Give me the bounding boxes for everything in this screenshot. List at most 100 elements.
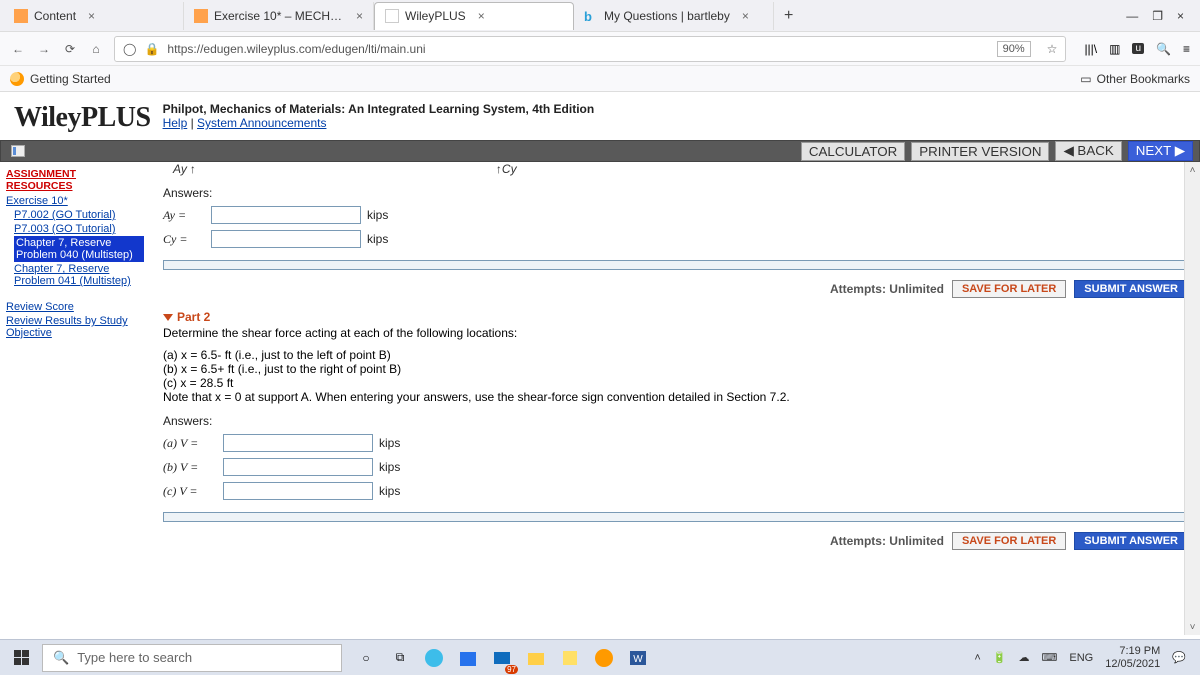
close-icon[interactable]: ×	[742, 9, 749, 23]
library-icon[interactable]: |||\	[1084, 42, 1097, 56]
language-indicator[interactable]: ENG	[1069, 652, 1093, 664]
clock[interactable]: 7:19 PM 12/05/2021	[1105, 645, 1160, 669]
next-button[interactable]: NEXT ▶	[1128, 141, 1193, 161]
unit-ay: kips	[367, 208, 388, 222]
reload-icon[interactable]: ⟳	[62, 41, 78, 57]
unit-vc: kips	[379, 484, 400, 498]
tab-wileyplus[interactable]: WileyPLUS ×	[374, 2, 574, 30]
maximize-icon[interactable]: ❐	[1152, 9, 1163, 23]
submit-answer-button[interactable]: SUBMIT ANSWER	[1074, 280, 1188, 298]
keyboard-icon[interactable]: ⌨	[1042, 651, 1058, 664]
back-icon[interactable]: ←	[10, 41, 26, 57]
url-text: https://edugen.wileyplus.com/edugen/lti/…	[167, 42, 425, 56]
diagram-labels: Ay ↑ ↑Cy	[163, 162, 1188, 176]
sidebar-header: ASSIGNMENT RESOURCES	[6, 168, 144, 192]
mail-icon[interactable]: 97	[488, 644, 516, 672]
answer-row-ay: Ay = kips	[163, 206, 1188, 224]
new-tab-button[interactable]: +	[774, 7, 803, 25]
close-icon[interactable]: ×	[356, 9, 363, 23]
input-vb[interactable]	[223, 458, 373, 476]
explorer-icon[interactable]	[522, 644, 550, 672]
cloud-icon[interactable]: ☁	[1019, 651, 1030, 664]
tab-bartleby[interactable]: b My Questions | bartleby ×	[574, 2, 774, 30]
part2-note: Note that x = 0 at support A. When enter…	[163, 390, 1188, 404]
forward-icon[interactable]: →	[36, 41, 52, 57]
browser-tab-strip: Content × Exercise 10* – MECHANICS OF M …	[0, 0, 1200, 32]
wileyplus-logo: WileyPLUS	[14, 102, 151, 134]
collapse-sidebar-button[interactable]	[7, 145, 25, 157]
part1-answers: Answers: Ay = kips Cy = kips	[163, 186, 1188, 270]
taskbar-search[interactable]: 🔍 Type here to search	[42, 644, 342, 672]
notifications-icon[interactable]: 💬	[1172, 651, 1186, 664]
folder-icon: ▭	[1080, 72, 1091, 86]
zoom-badge[interactable]: 90%	[997, 41, 1031, 57]
window-controls: — ❐ ×	[1126, 9, 1196, 23]
windows-taskbar: 🔍 Type here to search ○ ⧉ 97 W ˄ 🔋 ☁ ⌨ E…	[0, 639, 1200, 675]
task-view-icon[interactable]: ⧉	[386, 644, 414, 672]
status-row-2: Attempts: Unlimited SAVE FOR LATER SUBMI…	[163, 532, 1188, 550]
input-cy[interactable]	[211, 230, 361, 248]
status-row-1: Attempts: Unlimited SAVE FOR LATER SUBMI…	[163, 280, 1188, 298]
part2-line-b: (b) x = 6.5+ ft (i.e., just to the right…	[163, 362, 1188, 376]
tab-content[interactable]: Content ×	[4, 2, 184, 30]
sidebar-item-p7003[interactable]: P7.003 (GO Tutorial)	[6, 222, 144, 236]
close-icon[interactable]: ×	[88, 9, 95, 23]
search-icon[interactable]: 🔍	[1156, 42, 1171, 56]
menu-icon[interactable]: ≡	[1183, 42, 1190, 56]
word-icon[interactable]: W	[624, 644, 652, 672]
scrollbar[interactable]: ˄ ˅	[1184, 162, 1200, 635]
input-ay[interactable]	[211, 206, 361, 224]
unit-va: kips	[379, 436, 400, 450]
tab-label: My Questions | bartleby	[604, 9, 730, 23]
firefox-icon[interactable]	[590, 644, 618, 672]
system-tray: ˄ 🔋 ☁ ⌨ ENG 7:19 PM 12/05/2021 💬	[974, 645, 1196, 669]
windows-icon	[14, 650, 29, 665]
firefox-icon	[10, 72, 24, 86]
save-for-later-button[interactable]: SAVE FOR LATER	[952, 532, 1066, 550]
label-cy: ↑Cy	[496, 162, 517, 177]
scroll-down-icon[interactable]: ˅	[1185, 619, 1200, 635]
printer-button[interactable]: PRINTER VERSION	[911, 142, 1049, 161]
review-score-link[interactable]: Review Score	[6, 300, 144, 314]
input-vc[interactable]	[223, 482, 373, 500]
home-icon[interactable]: ⌂	[88, 41, 104, 57]
review-results-link[interactable]: Review Results by Study Objective	[6, 314, 144, 340]
battery-icon[interactable]: 🔋	[993, 651, 1007, 664]
tray-chevron-icon[interactable]: ˄	[974, 652, 980, 664]
minimize-icon[interactable]: —	[1126, 9, 1138, 23]
calculator-button[interactable]: CALCULATOR	[801, 142, 905, 161]
submit-answer-button[interactable]: SUBMIT ANSWER	[1074, 532, 1188, 550]
note-icon[interactable]	[556, 644, 584, 672]
tab-exercise[interactable]: Exercise 10* – MECHANICS OF M ×	[184, 2, 374, 30]
save-for-later-button[interactable]: SAVE FOR LATER	[952, 280, 1066, 298]
ublock-icon[interactable]: u	[1132, 43, 1144, 54]
tab-favicon	[385, 9, 399, 23]
scroll-up-icon[interactable]: ˄	[1185, 162, 1200, 178]
part2-line-c: (c) x = 28.5 ft	[163, 376, 1188, 390]
help-link[interactable]: Help	[163, 116, 188, 130]
tab-favicon	[194, 9, 208, 23]
bookmark-other[interactable]: ▭ Other Bookmarks	[1080, 72, 1190, 86]
close-icon[interactable]: ×	[478, 9, 485, 23]
lock-icon: 🔒	[144, 42, 159, 56]
label-cy-eq: Cy =	[163, 232, 205, 247]
announcements-link[interactable]: System Announcements	[197, 116, 326, 130]
mail-badge: 97	[505, 665, 518, 674]
edge-icon[interactable]	[420, 644, 448, 672]
answer-row-va: (a) V = kips	[163, 434, 1188, 452]
back-button[interactable]: ◀ BACK	[1055, 141, 1121, 161]
input-va[interactable]	[223, 434, 373, 452]
store-icon[interactable]	[454, 644, 482, 672]
window-close-icon[interactable]: ×	[1177, 9, 1184, 23]
sidebar-item-ch7-041[interactable]: Chapter 7, Reserve Problem 041 (Multiste…	[6, 262, 144, 288]
sidebar-item-p7002[interactable]: P7.002 (GO Tutorial)	[6, 208, 144, 222]
start-button[interactable]	[4, 644, 38, 672]
sidebar-item-exercise[interactable]: Exercise 10*	[6, 194, 144, 208]
sidebar-item-ch7-040[interactable]: Chapter 7, Reserve Problem 040 (Multiste…	[14, 236, 144, 262]
part2-header[interactable]: Part 2	[163, 310, 1188, 324]
bookmark-getting-started[interactable]: Getting Started	[10, 72, 111, 86]
address-bar[interactable]: ◯ 🔒 https://edugen.wileyplus.com/edugen/…	[114, 36, 1066, 62]
star-icon[interactable]: ☆	[1047, 42, 1058, 56]
cortana-icon[interactable]: ○	[352, 644, 380, 672]
sidebar-icon[interactable]: ▥	[1109, 42, 1120, 56]
